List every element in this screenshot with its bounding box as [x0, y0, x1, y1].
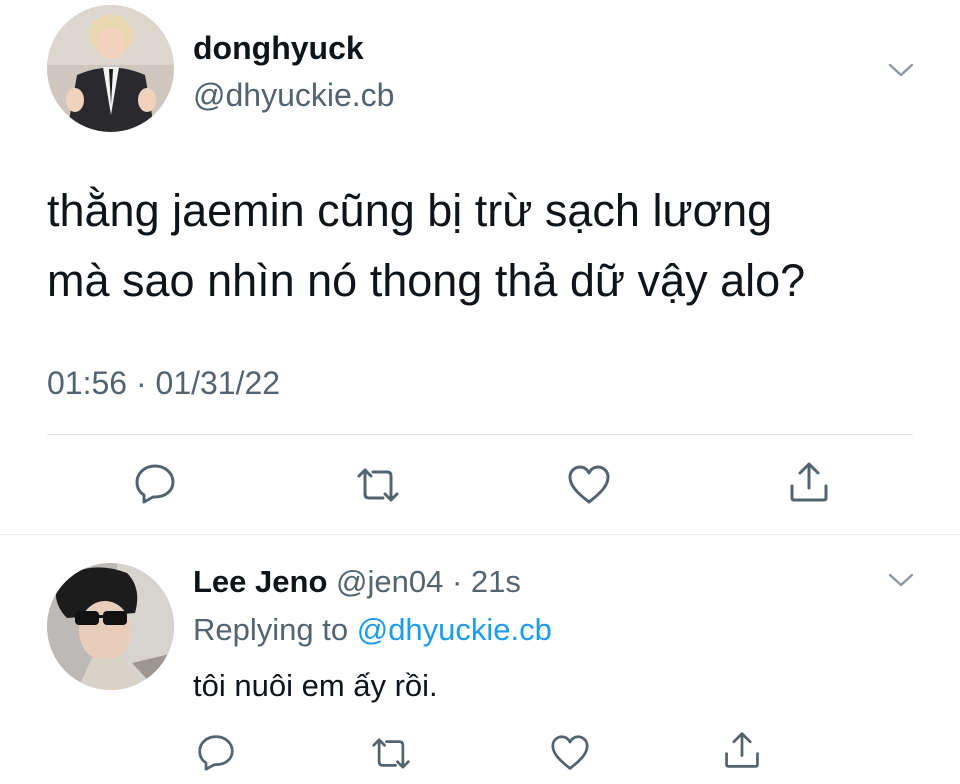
tweet-text-line: thằng jaemin cũng bị trừ sạch lương [47, 185, 773, 236]
share-icon[interactable] [787, 460, 831, 504]
author-handle[interactable]: @dhyuckie.cb [193, 75, 394, 115]
reply-author-name[interactable]: Lee Jeno [193, 564, 327, 599]
reply-author-handle[interactable]: @jen04 [336, 564, 443, 599]
retweet-icon[interactable] [355, 466, 401, 504]
reply-time[interactable]: 21s [471, 564, 521, 599]
retweet-icon[interactable] [370, 736, 412, 771]
replying-to-label: Replying to [193, 612, 349, 647]
reply-author-avatar[interactable] [47, 563, 174, 690]
more-options-chevron-icon[interactable] [887, 60, 915, 80]
meta-separator: · [135, 365, 147, 401]
tweet-date: 01/31/22 [155, 365, 281, 401]
reply-more-options-chevron-icon[interactable] [887, 570, 915, 590]
replying-to-line: Replying to @dhyuckie.cb [193, 610, 552, 650]
divider [47, 434, 913, 435]
replying-to-mention[interactable]: @dhyuckie.cb [357, 612, 552, 647]
reply-icon[interactable] [133, 462, 177, 504]
reply-text: tôi nuôi em ấy rồi. [193, 668, 438, 703]
author-avatar[interactable] [47, 5, 174, 132]
reply-icon[interactable] [196, 733, 236, 771]
like-icon[interactable] [566, 464, 612, 506]
tweet-text-line: mà sao nhìn nó thong thả dữ vậy alo? [47, 255, 806, 306]
reply-header: Lee Jeno @jen04 · 21s [193, 562, 521, 602]
like-icon[interactable] [549, 734, 591, 772]
author-name[interactable]: donghyuck [193, 28, 364, 68]
tweet-time: 01:56 [47, 365, 128, 401]
section-divider [0, 534, 960, 535]
tweet-timestamp[interactable]: 01:56 · 01/31/22 [47, 363, 280, 403]
share-icon[interactable] [722, 730, 762, 770]
meta-separator: · [451, 564, 463, 599]
tweet-text: thằng jaemin cũng bị trừ sạch lương mà s… [47, 176, 927, 316]
